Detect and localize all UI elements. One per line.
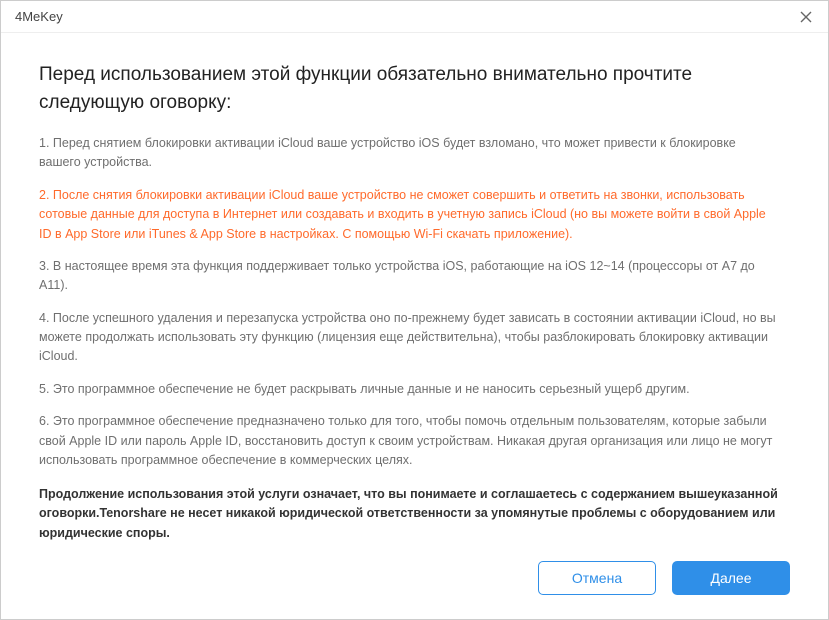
close-icon [800, 11, 812, 23]
disclaimer-heading: Перед использованием этой функции обязат… [39, 61, 790, 116]
titlebar: 4MeKey [1, 1, 828, 33]
disclaimer-item: 5. Это программное обеспечение не будет … [39, 380, 780, 399]
next-button[interactable]: Далее [672, 561, 790, 595]
window-title: 4MeKey [15, 9, 63, 24]
disclaimer-scroll-area[interactable]: 1. Перед снятием блокировки активации iC… [39, 134, 798, 471]
disclaimer-item: 1. Перед снятием блокировки активации iC… [39, 134, 780, 173]
dialog-window: 4MeKey Перед использованием этой функции… [0, 0, 829, 620]
disclaimer-item: 6. Это программное обеспечение предназна… [39, 412, 780, 470]
disclaimer-item: 2. После снятия блокировки активации iCl… [39, 186, 780, 244]
disclaimer-item: 4. После успешного удаления и перезапуск… [39, 309, 780, 367]
dialog-content: Перед использованием этой функции обязат… [1, 33, 828, 619]
button-row: Отмена Далее [39, 551, 790, 601]
disclaimer-footer-text: Продолжение использования этой услуги оз… [39, 485, 790, 543]
disclaimer-item: 3. В настоящее время эта функция поддерж… [39, 257, 780, 296]
cancel-button[interactable]: Отмена [538, 561, 656, 595]
close-button[interactable] [794, 5, 818, 29]
